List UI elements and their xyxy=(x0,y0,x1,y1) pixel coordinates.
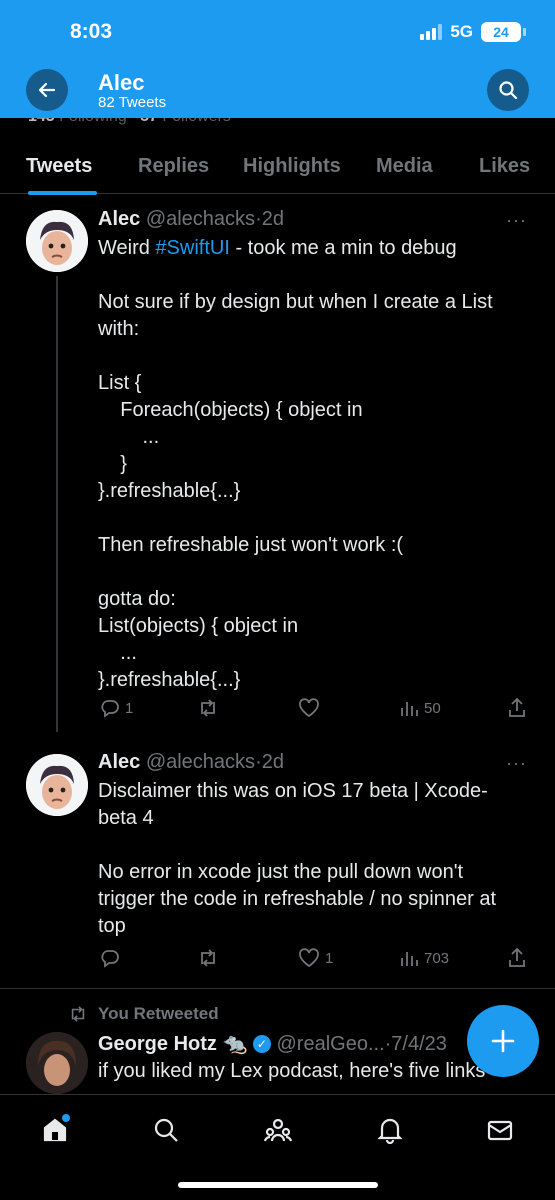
thread-line xyxy=(56,276,58,732)
tweet-time[interactable]: 2d xyxy=(262,751,284,773)
hashtag-link[interactable]: #SwiftUI xyxy=(155,237,229,259)
avatar[interactable] xyxy=(26,210,88,272)
avatar-image xyxy=(26,210,88,272)
retweet-icon xyxy=(71,1006,85,1022)
tweet-header: Alec @alechacks·2d xyxy=(98,208,284,231)
tab-highlights[interactable]: Highlights xyxy=(243,155,341,178)
tweet-time[interactable]: 7/4/23 xyxy=(391,1033,447,1055)
separator: · xyxy=(255,208,262,230)
comment-icon xyxy=(101,700,119,718)
status-indicators: 5G 24 xyxy=(420,22,526,42)
nav-home[interactable] xyxy=(38,1113,72,1147)
signal-icon xyxy=(420,24,443,40)
like-button[interactable]: 1 xyxy=(298,948,333,968)
author-handle[interactable]: @alechacks xyxy=(146,208,255,230)
home-indicator[interactable] xyxy=(178,1182,378,1188)
tab-likes[interactable]: Likes xyxy=(479,155,530,178)
more-options-button[interactable]: ··· xyxy=(506,753,527,774)
author-name[interactable]: Alec xyxy=(98,751,140,773)
retweet-label: You Retweeted xyxy=(98,1004,219,1023)
profile-tabs: Tweets Replies Highlights Media Likes xyxy=(0,140,555,195)
reply-count: 1 xyxy=(125,699,134,717)
tweet-body: Disclaimer this was on iOS 17 beta | Xco… xyxy=(98,780,497,937)
header-name: Alec xyxy=(98,70,145,95)
network-label: 5G xyxy=(450,22,473,41)
tab-tweets[interactable]: Tweets xyxy=(26,155,92,178)
nav-messages[interactable] xyxy=(483,1113,517,1147)
search-button[interactable] xyxy=(487,69,529,111)
retweet-button[interactable] xyxy=(197,698,224,718)
tweet-header: George Hotz 🐀 ✓ @realGeo...·7/4/23 xyxy=(98,1031,447,1056)
share-icon xyxy=(509,698,525,717)
verified-icon: ✓ xyxy=(252,1035,271,1053)
author-handle[interactable]: @realGeo... xyxy=(277,1033,385,1055)
author-handle[interactable]: @alechacks xyxy=(146,751,255,773)
author-emoji: 🐀 xyxy=(222,1033,248,1055)
separator: · xyxy=(255,751,262,773)
plus-icon xyxy=(491,1029,515,1053)
battery-icon: 24 xyxy=(481,22,526,42)
avatar[interactable] xyxy=(26,754,88,816)
bar-chart-icon xyxy=(401,702,418,716)
bar-chart-icon xyxy=(401,952,418,966)
search-icon xyxy=(499,81,518,100)
tweet-text: Weird xyxy=(98,237,156,259)
tab-replies[interactable]: Replies xyxy=(138,155,209,178)
avatar-image xyxy=(26,1032,88,1094)
retweet-button[interactable] xyxy=(197,948,224,968)
nav-notifications[interactable] xyxy=(373,1113,407,1147)
profile-header: 8:03 5G 24 Alec 82 Tweets xyxy=(0,0,555,118)
views-button[interactable]: 703 xyxy=(399,948,449,968)
nav-communities[interactable] xyxy=(261,1113,295,1147)
comment-icon xyxy=(101,950,119,968)
header-tweet-count: 82 Tweets xyxy=(98,94,167,111)
share-button[interactable] xyxy=(507,948,527,968)
battery-level: 24 xyxy=(493,24,509,40)
arrow-left-icon xyxy=(38,82,56,98)
share-icon xyxy=(509,948,525,967)
communities-icon xyxy=(263,1118,293,1142)
back-button[interactable] xyxy=(26,69,68,111)
tweet-body: Not sure if by design but when I create … xyxy=(98,291,493,691)
share-button[interactable] xyxy=(507,698,527,718)
retweet-context: You Retweeted xyxy=(68,1004,219,1024)
like-count: 1 xyxy=(325,949,334,967)
retweet-icon xyxy=(201,949,215,967)
tweet-text-line: Weird #SwiftUI - took me a min to debug xyxy=(98,235,457,262)
tweet-body: if you liked my Lex podcast, here's five… xyxy=(98,1060,486,1082)
avatar[interactable] xyxy=(26,1032,88,1094)
notification-dot xyxy=(62,1114,70,1122)
author-name[interactable]: Alec xyxy=(98,208,140,230)
tweet-time[interactable]: 2d xyxy=(262,208,284,230)
heart-icon xyxy=(299,698,319,718)
heart-icon xyxy=(299,948,319,968)
reply-button[interactable]: 1 xyxy=(100,698,133,718)
notifications-icon xyxy=(377,1118,403,1144)
tweet-text: - took me a min to debug xyxy=(229,237,457,259)
author-name[interactable]: George Hotz xyxy=(98,1033,217,1055)
search-icon xyxy=(154,1118,178,1142)
active-tab-indicator xyxy=(28,191,97,195)
view-count: 50 xyxy=(424,699,441,717)
tab-media[interactable]: Media xyxy=(376,155,433,178)
retweet-icon xyxy=(201,699,215,717)
view-count: 703 xyxy=(424,949,450,967)
more-options-button[interactable]: ··· xyxy=(506,210,527,231)
reply-button[interactable] xyxy=(100,948,125,968)
like-button[interactable] xyxy=(298,698,325,718)
messages-icon xyxy=(487,1120,513,1141)
nav-search[interactable] xyxy=(149,1113,183,1147)
tweet-divider xyxy=(0,988,555,989)
views-button[interactable]: 50 xyxy=(399,698,441,718)
status-time: 8:03 xyxy=(70,20,113,43)
compose-tweet-button[interactable] xyxy=(467,1005,539,1077)
tweet-header: Alec @alechacks·2d xyxy=(98,751,284,774)
avatar-image xyxy=(26,754,88,816)
